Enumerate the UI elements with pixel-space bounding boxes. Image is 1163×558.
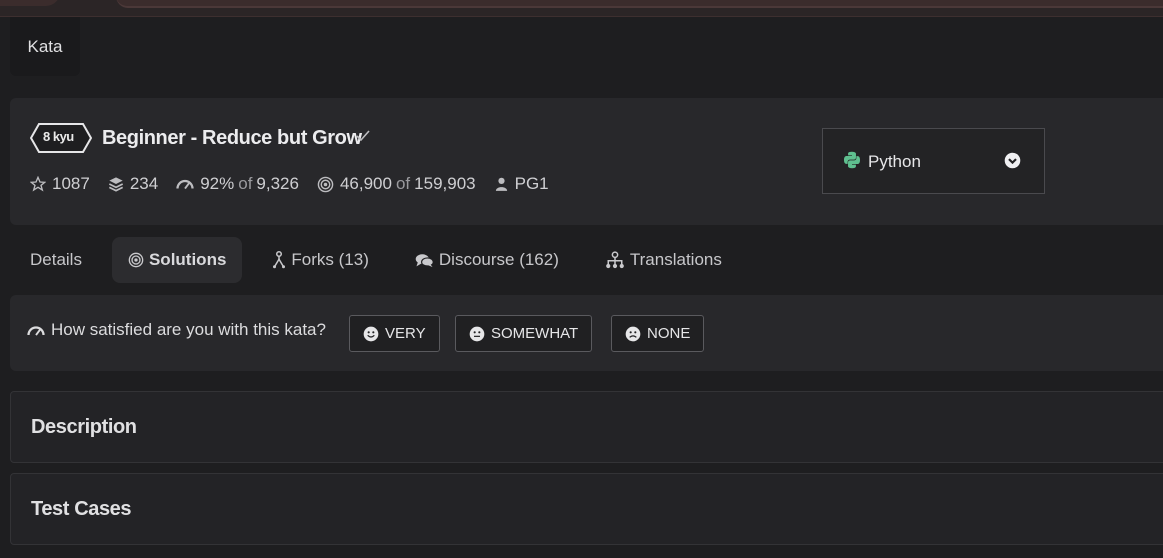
feedback-very-button[interactable]: VERY: [349, 315, 440, 352]
top-bar-shape-left: [0, 0, 60, 6]
translations-icon: [606, 251, 624, 269]
gauge-icon: [176, 179, 194, 190]
layers-icon: [108, 177, 123, 192]
completed-of: of: [395, 174, 411, 193]
feedback-very-label: VERY: [385, 325, 426, 342]
attempted-count: 159,903: [414, 174, 476, 193]
tab-discourse-label: Discourse (162): [438, 250, 559, 269]
feedback-somewhat-label: SOMEWHAT: [491, 325, 579, 342]
star-icon: [30, 176, 46, 192]
description-panel[interactable]: Description: [10, 391, 1163, 463]
satisfaction-feedback: How satisfied are you with this kata? VE…: [10, 295, 1163, 371]
feedback-somewhat-button[interactable]: SOMEWHAT: [455, 315, 593, 352]
kata-nav-label: Kata: [27, 36, 63, 56]
kata-title[interactable]: Beginner - Reduce but Grow: [102, 127, 362, 150]
tab-solutions-label: Solutions: [148, 250, 227, 269]
test-cases-panel[interactable]: Test Cases: [10, 473, 1163, 545]
stars-count: 1087: [52, 174, 90, 193]
feedback-question: How satisfied are you with this kata?: [27, 320, 326, 340]
browser-top-bar: [0, 0, 1163, 17]
kata-tabs: Details Solutions Forks (13) Discourse (…: [14, 237, 752, 283]
rank-label: 8 kyu: [43, 129, 74, 144]
completions-stat: 46,900 of 159,903: [317, 174, 476, 194]
author-stat[interactable]: PG1: [494, 174, 549, 194]
satisfaction-percent: 92%: [200, 174, 235, 193]
tab-translations[interactable]: Translations: [589, 237, 738, 283]
neutral-face-icon: [469, 326, 485, 341]
completed-count: 46,900: [339, 174, 392, 193]
fork-icon: [273, 251, 286, 269]
tab-details[interactable]: Details: [14, 237, 98, 283]
tab-solutions[interactable]: Solutions: [111, 237, 243, 283]
satisfaction-of: of: [238, 174, 253, 193]
kata-header-card: 8 kyu Beginner - Reduce but Grow 1087 23…: [10, 98, 1163, 225]
stars-stat[interactable]: 1087: [30, 174, 90, 194]
kata-stats: 1087 234 92% of 9,326 46,900 of 159,903 …: [30, 174, 567, 194]
collections-count: 234: [129, 174, 159, 193]
target-icon: [317, 176, 334, 192]
feedback-question-text: How satisfied are you with this kata?: [51, 320, 326, 339]
language-select-value: Python: [868, 152, 921, 171]
target-icon: [128, 252, 144, 268]
test-cases-title: Test Cases: [31, 498, 132, 520]
gauge-icon: [27, 325, 45, 336]
user-icon: [495, 177, 507, 191]
description-title: Description: [31, 416, 137, 438]
python-icon: [843, 151, 861, 169]
tab-details-label: Details: [30, 250, 82, 269]
tab-discourse[interactable]: Discourse (162): [399, 237, 575, 283]
language-select[interactable]: Python: [822, 128, 1045, 194]
tab-translations-label: Translations: [629, 250, 722, 269]
collections-stat: 234: [108, 174, 158, 194]
chat-icon: [415, 253, 434, 267]
author-name: PG1: [514, 174, 549, 193]
satisfaction-votes: 9,326: [256, 174, 299, 193]
feedback-none-label: NONE: [647, 325, 691, 342]
chevron-down-icon: [1004, 152, 1021, 169]
smile-icon: [363, 326, 379, 341]
tab-forks[interactable]: Forks (13): [256, 237, 384, 283]
kata-nav-tab[interactable]: Kata: [10, 17, 80, 76]
tab-forks-label: Forks (13): [291, 250, 369, 269]
feedback-none-button[interactable]: NONE: [611, 315, 705, 352]
check-icon: [356, 130, 370, 142]
satisfaction-stat: 92% of 9,326: [176, 174, 299, 194]
top-bar-shape: [116, 0, 1163, 8]
frown-icon: [625, 326, 641, 341]
